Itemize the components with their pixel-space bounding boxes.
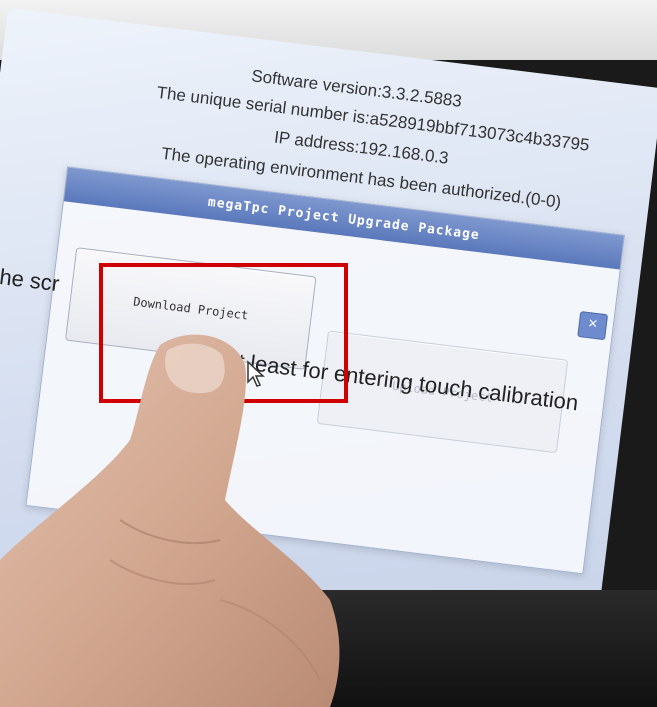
close-button[interactable]: ×	[577, 311, 609, 341]
close-icon: ×	[587, 315, 599, 334]
device-bezel-bottom	[0, 590, 657, 707]
calibration-hint-partial: d the scr	[0, 261, 61, 297]
mouse-pointer-icon	[247, 360, 265, 387]
highlight-box	[99, 263, 348, 403]
